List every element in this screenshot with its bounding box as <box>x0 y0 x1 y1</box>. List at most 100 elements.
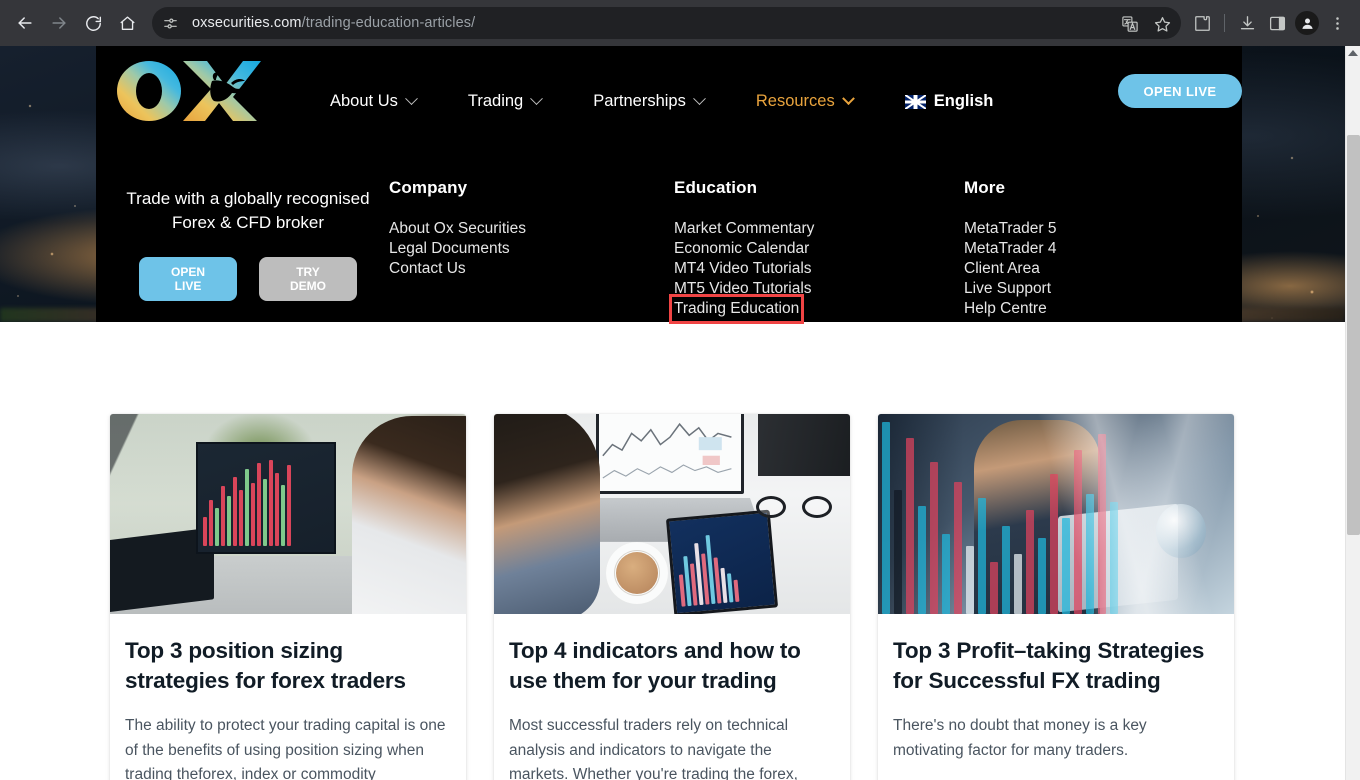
dropdown-column-education: Education Market Commentary Economic Cal… <box>668 178 814 324</box>
scroll-up-arrow-icon[interactable] <box>1348 50 1358 56</box>
articles-section: Top 3 position sizing strategies for for… <box>0 322 1345 780</box>
candlestick-chart <box>198 444 334 552</box>
dropdown-tagline-column: Trade with a globally recognised Forex &… <box>126 187 370 301</box>
article-card[interactable]: Top 4 indicators and how to use them for… <box>494 414 850 780</box>
article-card[interactable]: Top 3 position sizing strategies for for… <box>110 414 466 780</box>
url-path: /trading-education-articles/ <box>301 15 476 31</box>
article-thumbnail-image <box>878 414 1234 614</box>
home-button[interactable] <box>110 6 144 40</box>
three-dot-menu-icon[interactable] <box>1322 8 1352 38</box>
page-scrollbar[interactable] <box>1345 46 1360 780</box>
reload-button[interactable] <box>76 6 110 40</box>
coffee-mug <box>606 542 668 604</box>
nav-item-partnerships[interactable]: Partnerships <box>593 92 706 111</box>
avatar <box>1295 11 1319 35</box>
window-curtain <box>758 414 850 476</box>
article-thumbnail-image <box>110 414 466 614</box>
article-card-body: Top 3 position sizing strategies for for… <box>110 614 466 780</box>
menu-item-contact-us[interactable]: Contact Us <box>389 259 466 279</box>
article-title: Top 3 Profit–taking Strategies for Succe… <box>893 638 1205 693</box>
language-selector[interactable]: English <box>904 92 1013 111</box>
menu-item-mt4-video-tutorials[interactable]: MT4 Video Tutorials <box>674 259 812 279</box>
url-text: oxsecurities.com/trading-education-artic… <box>192 15 475 31</box>
nav-item-trading[interactable]: Trading <box>467 92 544 111</box>
eyeglasses <box>756 496 832 522</box>
dropdown-column-company: Company About Ox Securities Legal Docume… <box>389 178 526 279</box>
chevron-down-icon <box>530 92 544 106</box>
back-arrow-icon <box>15 13 35 33</box>
open-live-button[interactable]: OPEN LIVE <box>139 257 237 301</box>
monitor-device <box>196 442 336 554</box>
dropdown-tagline: Trade with a globally recognised Forex &… <box>126 189 370 232</box>
site-header: About Us Trading Partnerships Resources … <box>0 46 1345 138</box>
chevron-down-icon <box>405 92 418 106</box>
article-excerpt: There's no doubt that money is a key mot… <box>893 717 1147 759</box>
toolbar-divider <box>1224 14 1225 32</box>
menu-item-legal-documents[interactable]: Legal Documents <box>389 239 510 259</box>
menu-item-economic-calendar[interactable]: Economic Calendar <box>674 239 809 259</box>
article-card[interactable]: Top 3 Profit–taking Strategies for Succe… <box>878 414 1234 780</box>
back-button[interactable] <box>8 6 42 40</box>
menu-item-live-support[interactable]: Live Support <box>964 279 1051 299</box>
open-live-label-line2: LIVE <box>174 279 202 293</box>
scrollbar-thumb[interactable] <box>1347 135 1360 535</box>
open-live-header-button[interactable]: OPEN LIVE <box>1118 74 1242 108</box>
chevron-down-icon <box>999 92 1013 106</box>
primary-nav: About Us Trading Partnerships Resources … <box>330 92 1050 111</box>
nav-item-resources[interactable]: Resources <box>756 92 855 111</box>
nav-label-trading: Trading <box>467 92 524 110</box>
menu-item-mt5-video-tutorials[interactable]: MT5 Video Tutorials <box>674 279 812 299</box>
menu-item-help-centre[interactable]: Help Centre <box>964 299 1047 319</box>
article-excerpt: The ability to protect your trading capi… <box>125 717 446 780</box>
forward-button[interactable] <box>42 6 76 40</box>
side-panel-icon[interactable] <box>1262 8 1292 38</box>
menu-item-metatrader-4[interactable]: MetaTrader 4 <box>964 239 1056 259</box>
nav-label-partnerships: Partnerships <box>593 92 686 110</box>
chevron-down-icon <box>692 92 706 106</box>
column-heading-company: Company <box>389 178 468 197</box>
open-live-label-line1: OPEN <box>170 265 205 279</box>
menu-item-metatrader-5[interactable]: MetaTrader 5 <box>964 219 1056 239</box>
article-card-body: Top 3 Profit–taking Strategies for Succe… <box>878 614 1234 780</box>
address-bar[interactable]: oxsecurities.com/trading-education-artic… <box>152 7 1181 39</box>
nav-label-about-us: About Us <box>330 92 398 110</box>
tablet-device <box>665 509 779 614</box>
article-title: Top 4 indicators and how to use them for… <box>509 638 801 693</box>
person-figure <box>494 414 600 614</box>
menu-item-client-area[interactable]: Client Area <box>964 259 1040 279</box>
menu-item-market-commentary[interactable]: Market Commentary <box>674 219 814 239</box>
reload-icon <box>84 14 103 33</box>
try-demo-button[interactable]: TRY DEMO <box>259 257 357 301</box>
language-label: English <box>933 92 994 110</box>
try-demo-label-line2: DEMO <box>290 279 326 293</box>
ox-securities-logo[interactable] <box>115 59 261 123</box>
dropdown-column-more: More MetaTrader 5 MetaTrader 4 Client Ar… <box>964 178 1056 319</box>
uk-flag-icon <box>904 94 926 109</box>
person-figure <box>352 416 466 614</box>
chevron-down-icon <box>841 92 855 106</box>
downloads-icon[interactable] <box>1232 8 1262 38</box>
article-excerpt: Most successful traders rely on technica… <box>509 717 798 780</box>
menu-item-trading-education[interactable]: Trading Education <box>668 294 805 324</box>
article-card-body: Top 4 indicators and how to use them for… <box>494 614 850 780</box>
light-overlay <box>878 414 1234 614</box>
home-icon <box>118 14 137 33</box>
menu-item-about-ox-securities[interactable]: About Ox Securities <box>389 219 526 239</box>
article-title: Top 3 position sizing strategies for for… <box>125 638 406 693</box>
candlestick-chart <box>669 513 775 613</box>
star-bookmark-icon[interactable] <box>1147 9 1177 39</box>
nav-item-about-us[interactable]: About Us <box>330 92 418 111</box>
profile-avatar-icon[interactable] <box>1292 8 1322 38</box>
site-settings-icon[interactable] <box>156 9 184 37</box>
mega-dropdown-content: Trade with a globally recognised Forex &… <box>96 138 1242 324</box>
forward-arrow-icon <box>49 13 69 33</box>
article-card-grid: Top 3 position sizing strategies for for… <box>110 414 1234 780</box>
extensions-puzzle-icon[interactable] <box>1187 8 1217 38</box>
translate-icon[interactable] <box>1115 9 1145 39</box>
column-heading-education: Education <box>674 178 758 197</box>
browser-toolbar: oxsecurities.com/trading-education-artic… <box>0 0 1360 46</box>
url-host: oxsecurities.com <box>192 15 302 31</box>
article-thumbnail-image <box>494 414 850 614</box>
try-demo-label-line1: TRY <box>296 265 320 279</box>
page-viewport: Trade with a globally recognised Forex &… <box>0 46 1345 780</box>
